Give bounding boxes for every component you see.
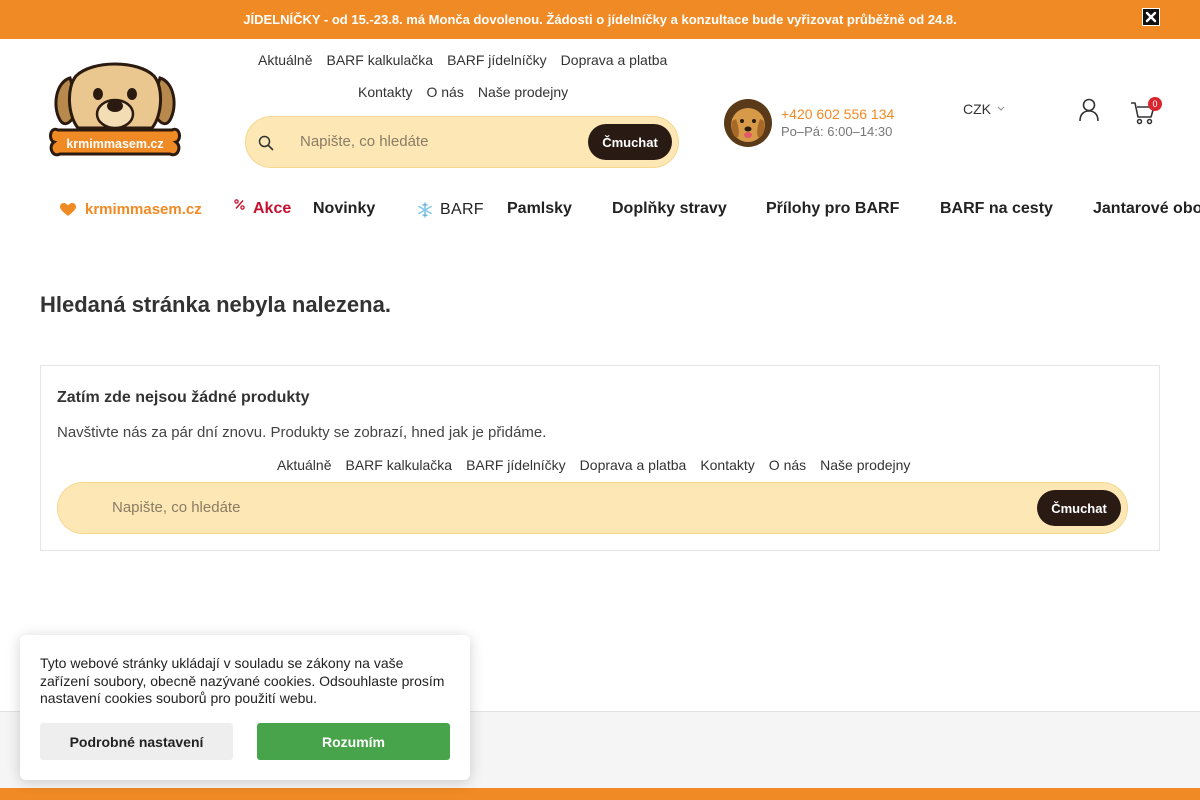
nav-link-barf-jidelnicky[interactable]: BARF jídelníčky: [447, 52, 547, 68]
category-label: Pamlsky: [507, 200, 572, 217]
empty-products-title: Zatím zde nejsou žádné produkty: [57, 389, 310, 406]
category-prilohy-pro-barf[interactable]: Přílohy pro BARF: [766, 200, 899, 218]
panel-nav-link-o-nas[interactable]: O nás: [769, 457, 806, 473]
close-announcement-button[interactable]: [1142, 8, 1160, 26]
cookie-settings-button[interactable]: Podrobné nastavení: [40, 723, 233, 760]
category-label: BARF: [440, 201, 484, 218]
panel-nav-link-barf-jidelnicky[interactable]: BARF jídelníčky: [466, 457, 566, 473]
cookie-banner: Tyto webové stránky ukládají v souladu s…: [20, 635, 470, 780]
panel-search-input[interactable]: [112, 499, 912, 516]
nav-link-doprava-a-platba[interactable]: Doprava a platba: [561, 52, 668, 68]
header-search: Čmuchat: [245, 116, 679, 168]
announcement-text: JÍDELNÍČKY - od 15.-23.8. má Monča dovol…: [243, 12, 957, 27]
category-akce[interactable]: Akce: [234, 199, 292, 218]
contact-phone[interactable]: +420 602 556 134: [781, 106, 894, 122]
percent-icon: [234, 199, 245, 210]
page-title: Hledaná stránka nebyla nalezena.: [40, 292, 391, 317]
search-icon[interactable]: [258, 135, 274, 151]
empty-products-text: Navštivte nás za pár dní znovu. Produkty…: [57, 424, 547, 441]
nav-link-o-nas[interactable]: O nás: [426, 84, 463, 100]
close-icon: [1145, 11, 1157, 23]
site-logo[interactable]: krmimmasem.cz: [48, 58, 182, 162]
chevron-down-icon: [997, 106, 1005, 111]
category-label: Přílohy pro BARF: [766, 200, 900, 217]
category-novinky[interactable]: Novinky: [313, 200, 375, 218]
category-doplnky-stravy[interactable]: Doplňky stravy: [612, 200, 727, 218]
footer-accent-bar: [0, 788, 1200, 800]
panel-nav-link-doprava-a-platba[interactable]: Doprava a platba: [580, 457, 687, 473]
category-label: Doplňky stravy: [612, 200, 727, 217]
panel-nav-link-nase-prodejny[interactable]: Naše prodejny: [820, 457, 910, 473]
cookie-text: Tyto webové stránky ukládají v souladu s…: [40, 655, 445, 706]
cart-count-badge: 0: [1148, 97, 1162, 111]
panel-search: Čmuchat: [57, 482, 1128, 534]
category-label: BARF na cesty: [940, 200, 1053, 217]
empty-products-panel: Zatím zde nejsou žádné produkty Navštivt…: [40, 365, 1160, 551]
category-pamlsky[interactable]: Pamlsky: [507, 200, 572, 218]
header-search-input[interactable]: [300, 133, 570, 150]
nav-link-kontakty[interactable]: Kontakty: [358, 84, 412, 100]
category-label: Jantarové obo: [1093, 200, 1200, 217]
category-barf[interactable]: BARF: [417, 201, 484, 219]
category-label: Novinky: [313, 200, 376, 217]
snowflake-icon: [418, 202, 432, 218]
announcement-bar: JÍDELNÍČKY - od 15.-23.8. má Monča dovol…: [0, 0, 1200, 39]
panel-nav-link-aktualne[interactable]: Aktuálně: [277, 457, 331, 473]
cookie-accept-button[interactable]: Rozumím: [257, 723, 450, 760]
category-krmimmasem[interactable]: krmimmasem.cz: [60, 201, 202, 218]
top-nav-row-1: Aktuálně BARF kalkulačka BARF jídelníčky…: [258, 52, 667, 68]
panel-search-button[interactable]: Čmuchat: [1037, 490, 1121, 526]
user-icon[interactable]: [1078, 98, 1100, 122]
currency-label: CZK: [963, 101, 991, 117]
category-barf-na-cesty[interactable]: BARF na cesty: [940, 200, 1053, 218]
panel-nav-link-barf-kalkulacka[interactable]: BARF kalkulačka: [345, 457, 452, 473]
nav-link-aktualne[interactable]: Aktuálně: [258, 52, 312, 68]
category-label: Akce: [253, 200, 292, 217]
heart-icon: [60, 202, 76, 216]
panel-nav-link-kontakty[interactable]: Kontakty: [700, 457, 754, 473]
currency-selector[interactable]: CZK: [963, 101, 1005, 117]
contact-hours: Po–Pá: 6:00–14:30: [781, 124, 893, 139]
top-nav-row-2: Kontakty O nás Naše prodejny: [358, 84, 568, 100]
contact-avatar: [724, 99, 772, 147]
logo-text: krmimmasem.cz: [66, 137, 163, 151]
panel-nav: Aktuálně BARF kalkulačka BARF jídelníčky…: [277, 457, 910, 473]
header-search-button[interactable]: Čmuchat: [588, 124, 672, 160]
category-jantarove[interactable]: Jantarové obo: [1093, 200, 1200, 218]
nav-link-nase-prodejny[interactable]: Naše prodejny: [478, 84, 568, 100]
category-label: krmimmasem.cz: [85, 201, 202, 218]
nav-link-barf-kalkulacka[interactable]: BARF kalkulačka: [326, 52, 433, 68]
